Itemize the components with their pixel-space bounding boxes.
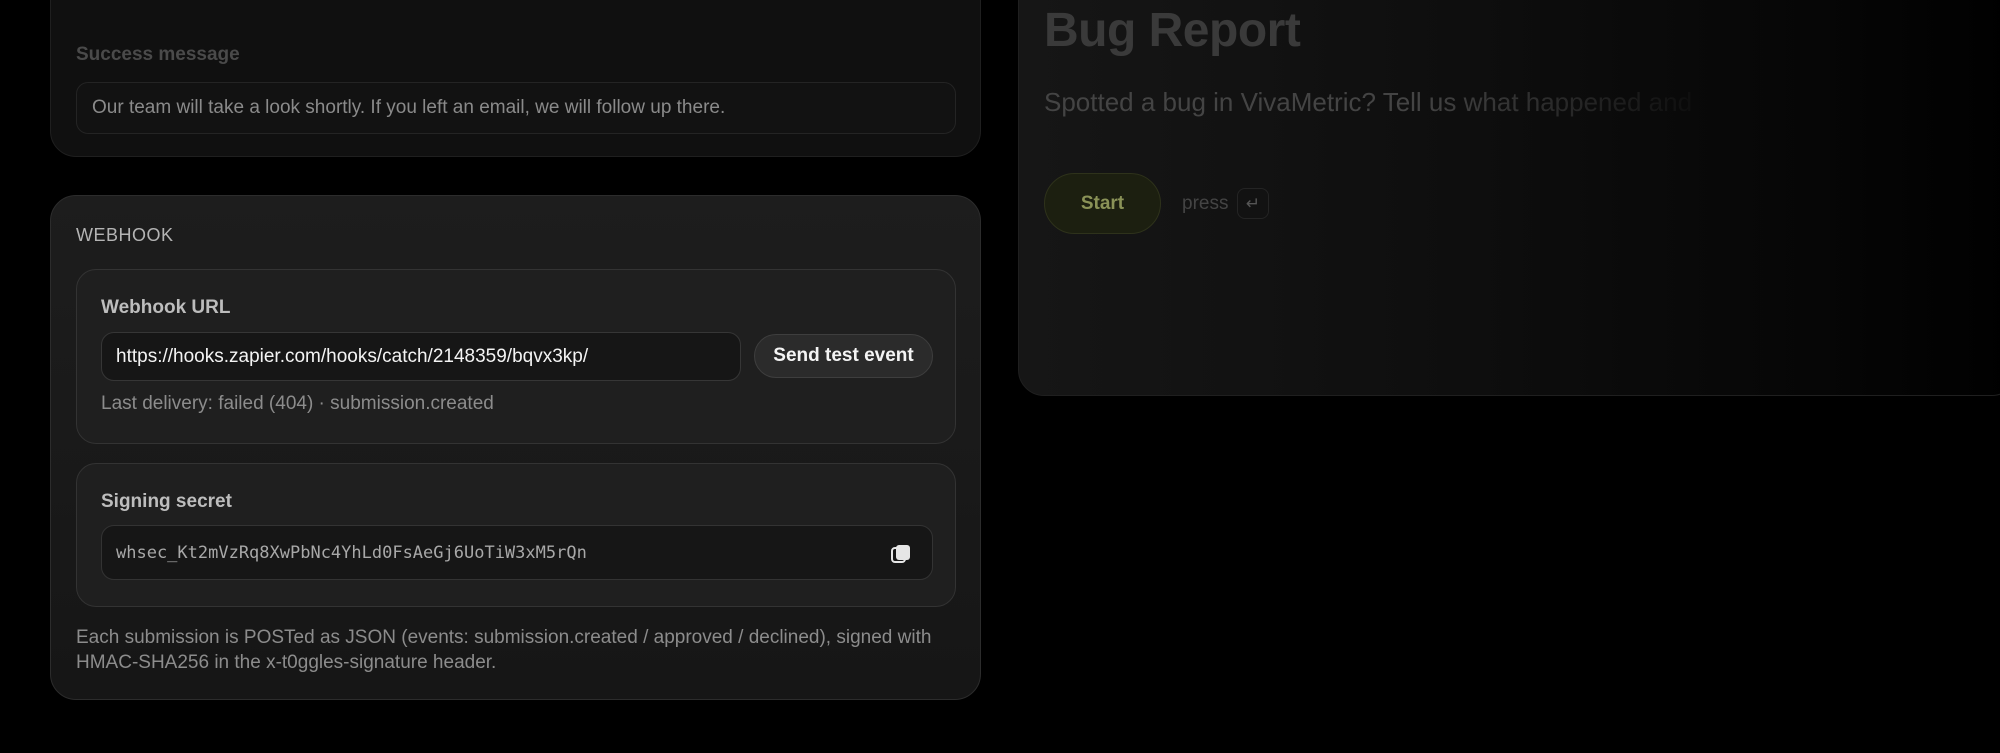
preview-title: Bug Report: [1044, 4, 1301, 57]
send-test-event-button[interactable]: Send test event: [754, 334, 933, 378]
signing-secret-label: Signing secret: [101, 491, 232, 512]
press-hint: press: [1182, 193, 1229, 214]
preview-subtitle: Spotted a bug in VivaMetric? Tell us wha…: [1044, 87, 1693, 117]
signing-secret-value: whsec_Kt2mVzRq8XwPbNc4YhLd0FsAeGj6UoTiW3…: [116, 542, 587, 563]
webhook-url-panel: Webhook URL https://hooks.zapier.com/hoo…: [76, 269, 956, 444]
form-settings-screen: Success message Our team will take a loo…: [0, 0, 2000, 753]
signing-secret-field: whsec_Kt2mVzRq8XwPbNc4YhLd0FsAeGj6UoTiW3…: [101, 525, 933, 580]
webhook-url-label: Webhook URL: [101, 297, 231, 318]
signing-secret-panel: Signing secret whsec_Kt2mVzRq8XwPbNc4YhL…: [76, 463, 956, 607]
success-message-input[interactable]: Our team will take a look shortly. If yo…: [76, 82, 956, 134]
webhook-section-title: WEBHOOK: [76, 225, 174, 245]
success-message-card: Success message Our team will take a loo…: [50, 0, 981, 157]
webhook-url-input[interactable]: https://hooks.zapier.com/hooks/catch/214…: [101, 332, 741, 381]
webhook-card: WEBHOOK Webhook URL https://hooks.zapier…: [50, 195, 981, 700]
copy-icon[interactable]: [890, 543, 912, 565]
last-delivery-status: Last delivery: failed (404) · submission…: [101, 393, 494, 414]
start-button[interactable]: Start: [1044, 173, 1161, 234]
enter-key-icon: ↵: [1237, 188, 1269, 219]
webhook-footnote: Each submission is POSTed as JSON (event…: [76, 627, 932, 673]
success-message-label: Success message: [76, 44, 240, 65]
form-preview-panel: Bug Report Spotted a bug in VivaMetric? …: [1018, 0, 2000, 396]
